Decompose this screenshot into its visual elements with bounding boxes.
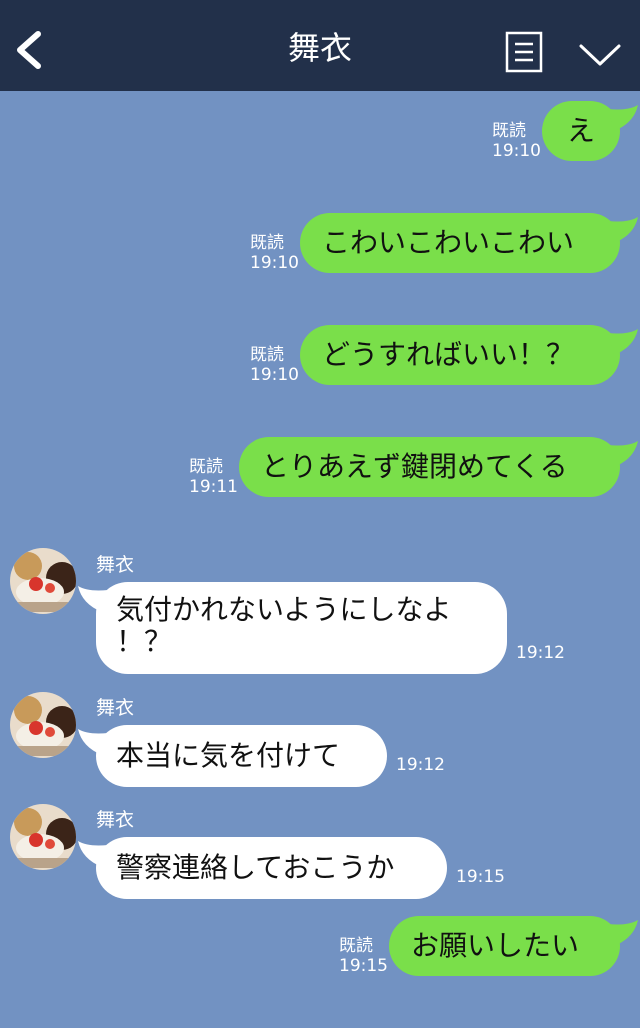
chat-title: 舞衣 <box>287 29 352 67</box>
message-text-line: 気付かれないようにしなよ <box>116 593 452 626</box>
bubble-tail <box>608 329 638 355</box>
notes-icon[interactable] <box>505 31 543 73</box>
message-time: 19:10 <box>492 141 541 161</box>
read-receipt: 既読 19:11 <box>189 457 238 497</box>
read-label: 既読 <box>492 121 526 141</box>
message-time: 19:15 <box>339 956 388 976</box>
bubble-tail <box>78 841 108 867</box>
incoming-message[interactable]: 気付かれないようにしなよ ！？ <box>78 582 507 674</box>
outgoing-message[interactable]: とりあえず鍵閉めてくる <box>239 437 638 497</box>
read-receipt: 既読 19:10 <box>250 233 299 273</box>
outgoing-message[interactable]: お願いしたい <box>389 916 638 976</box>
message-time: 19:11 <box>189 477 238 497</box>
message-text: 本当に気を付けて <box>116 739 341 772</box>
message-text: とりあえず鍵閉めてくる <box>261 450 568 483</box>
read-label: 既読 <box>250 233 284 253</box>
outgoing-message[interactable]: どうすればいい！？ <box>300 325 638 385</box>
message-time: 19:12 <box>396 755 445 775</box>
bubble-tail <box>608 441 638 467</box>
message-time: 19:12 <box>516 643 565 663</box>
message-time: 19:10 <box>250 365 299 385</box>
message-time: 19:15 <box>456 867 505 887</box>
bubble-tail <box>608 217 638 243</box>
message-text: え <box>566 114 595 147</box>
avatar[interactable] <box>10 548 76 614</box>
message-time: 19:10 <box>250 253 299 273</box>
message-text: お願いしたい <box>411 929 580 962</box>
cake-avatar-icon <box>10 548 76 614</box>
sender-name: 舞衣 <box>96 554 135 576</box>
outgoing-message[interactable]: こわいこわいこわい <box>300 213 638 273</box>
message-list[interactable]: 既読 19:10 え 既読 19:10 こわいこわいこわい 既読 19:10 ど… <box>0 91 640 1028</box>
read-receipt: 既読 19:10 <box>492 121 541 161</box>
cake-avatar-icon <box>10 692 76 758</box>
chevron-down-icon[interactable] <box>578 40 622 68</box>
read-label: 既読 <box>189 457 223 477</box>
sender-name: 舞衣 <box>96 809 135 831</box>
message-text: 警察連絡しておこうか <box>116 851 395 884</box>
sender-name: 舞衣 <box>96 697 135 719</box>
chat-header: 舞衣 <box>0 0 640 91</box>
message-text: こわいこわいこわい <box>322 226 575 259</box>
message-text: どうすればいい！？ <box>322 338 575 371</box>
bubble-tail <box>608 920 638 946</box>
cake-avatar-icon <box>10 804 76 870</box>
avatar[interactable] <box>10 804 76 870</box>
read-label: 既読 <box>339 936 373 956</box>
incoming-message[interactable]: 警察連絡しておこうか <box>78 837 447 899</box>
read-receipt: 既読 19:15 <box>339 936 388 976</box>
read-label: 既読 <box>250 345 284 365</box>
avatar[interactable] <box>10 692 76 758</box>
outgoing-message[interactable]: え <box>542 101 638 161</box>
incoming-message[interactable]: 本当に気を付けて <box>78 725 387 787</box>
bubble-tail <box>78 586 108 612</box>
read-receipt: 既読 19:10 <box>250 345 299 385</box>
bubble-tail <box>78 729 108 755</box>
bubble-tail <box>608 105 638 131</box>
message-text-line: ！？ <box>116 625 173 658</box>
